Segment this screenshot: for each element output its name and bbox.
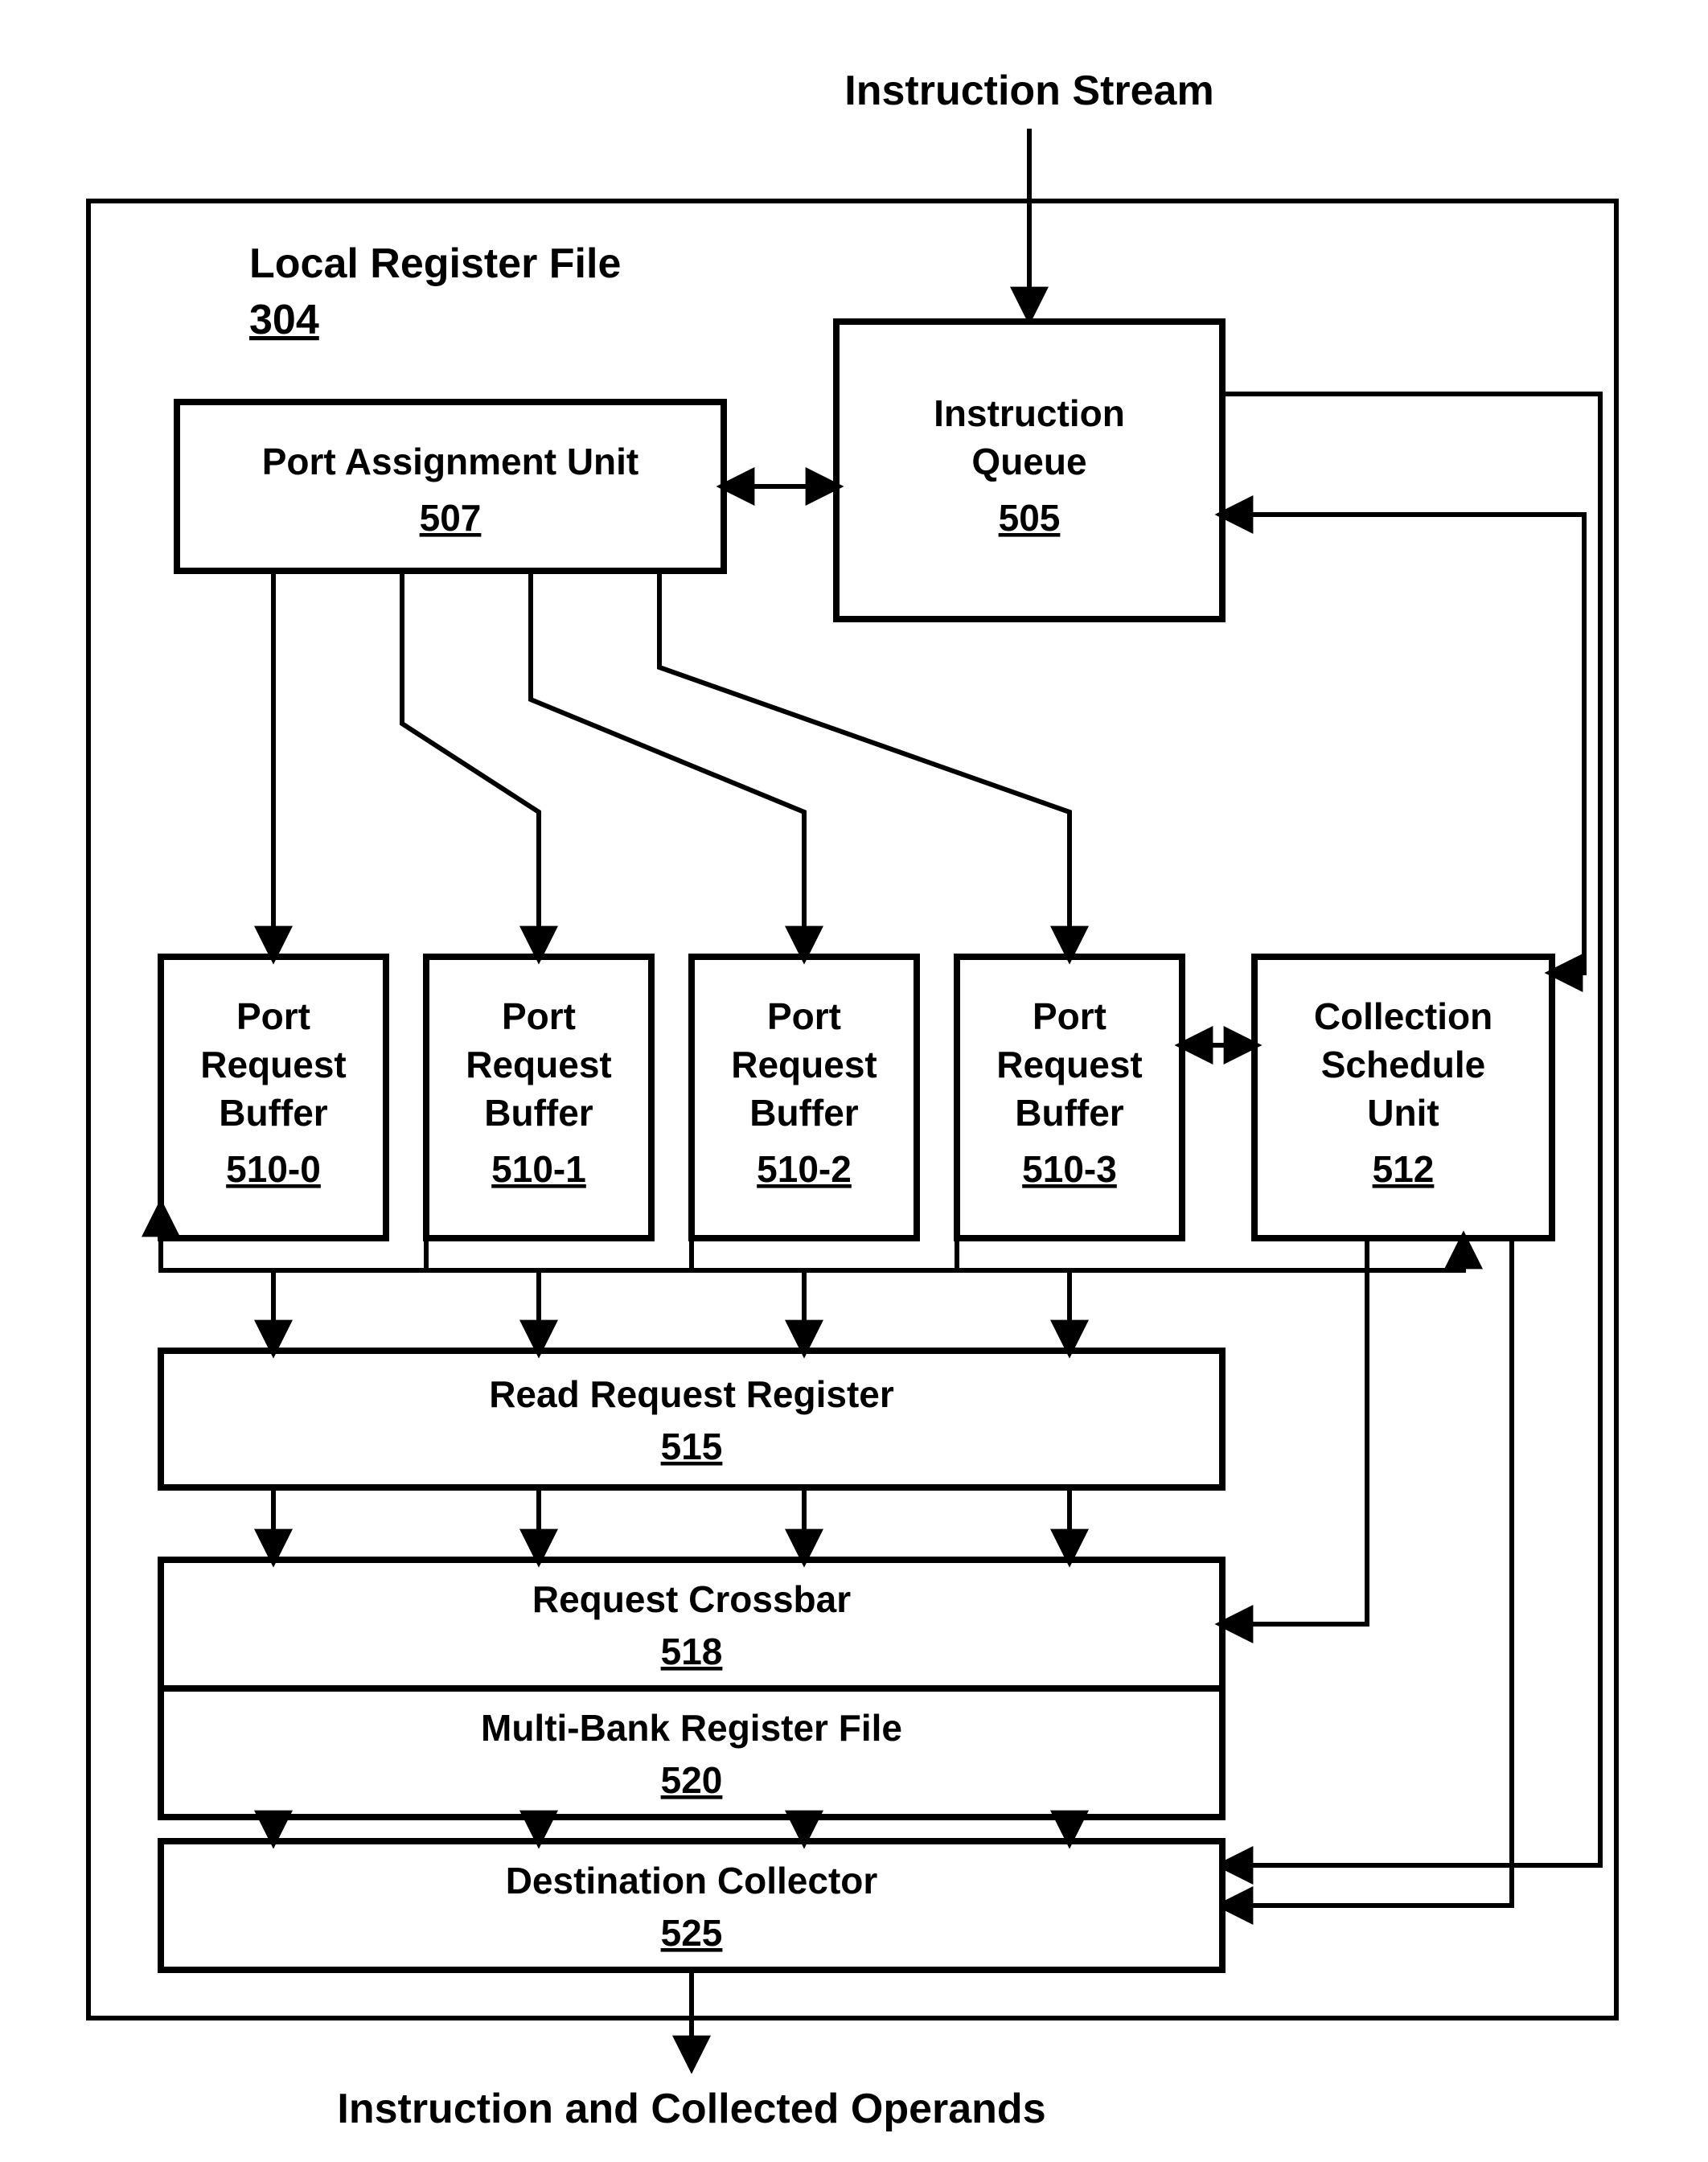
arrow-iq-csu bbox=[1222, 515, 1584, 973]
xbar-l1: Request Crossbar bbox=[532, 1578, 851, 1620]
iq-l1: Instruction bbox=[934, 392, 1125, 434]
prb0-l1: Port bbox=[236, 995, 310, 1037]
prb0-l3: Buffer bbox=[219, 1092, 328, 1134]
pau-ref: 507 bbox=[420, 497, 482, 539]
prb1-l2: Request bbox=[466, 1044, 611, 1085]
instruction-queue-block: Instruction Queue 505 bbox=[836, 322, 1222, 619]
input-label: Instruction Stream bbox=[844, 68, 1213, 114]
prb3-l1: Port bbox=[1033, 995, 1107, 1037]
prb3-block: Port Request Buffer 510-3 bbox=[957, 957, 1182, 1238]
dc-ref: 525 bbox=[661, 1912, 723, 1954]
port-assignment-block: Port Assignment Unit 507 bbox=[177, 402, 724, 571]
prb2-l2: Request bbox=[731, 1044, 877, 1085]
output-label: Instruction and Collected Operands bbox=[337, 2086, 1045, 2132]
iq-ref: 505 bbox=[999, 497, 1061, 539]
prb3-ref: 510-3 bbox=[1022, 1148, 1117, 1190]
arrow-pau-prb3 bbox=[659, 571, 1070, 957]
arrow-csu-xbar bbox=[1222, 1238, 1367, 1624]
csu-block: Collection Schedule Unit 512 bbox=[1254, 957, 1552, 1238]
mbrf-ref: 520 bbox=[661, 1759, 723, 1801]
prb0-block: Port Request Buffer 510-0 bbox=[161, 957, 386, 1238]
prb0-l2: Request bbox=[200, 1044, 346, 1085]
prb2-l1: Port bbox=[767, 995, 841, 1037]
csu-ref: 512 bbox=[1373, 1148, 1435, 1190]
prb3-l3: Buffer bbox=[1015, 1092, 1124, 1134]
read-request-register-block: Read Request Register 515 bbox=[161, 1351, 1222, 1487]
prb0-ref: 510-0 bbox=[226, 1148, 321, 1190]
iq-l2: Queue bbox=[971, 441, 1086, 482]
prb1-ref: 510-1 bbox=[491, 1148, 586, 1190]
outer-ref: 304 bbox=[249, 297, 319, 343]
prb3-l2: Request bbox=[996, 1044, 1142, 1085]
diagram-canvas: .boxrect { fill:#fff; stroke:#000; strok… bbox=[0, 0, 1708, 2162]
outer-title: Local Register File bbox=[249, 240, 621, 287]
prb2-ref: 510-2 bbox=[757, 1148, 852, 1190]
prb1-block: Port Request Buffer 510-1 bbox=[426, 957, 651, 1238]
arrow-pau-prb2 bbox=[531, 571, 804, 957]
xbar-ref: 518 bbox=[661, 1631, 723, 1672]
pau-l1: Port Assignment Unit bbox=[262, 441, 639, 482]
mbrf-l1: Multi-Bank Register File bbox=[481, 1707, 902, 1749]
csu-l2: Schedule bbox=[1321, 1044, 1486, 1085]
prb1-l1: Port bbox=[502, 995, 576, 1037]
request-crossbar-block: Request Crossbar 518 bbox=[161, 1560, 1222, 1688]
rrr-l1: Read Request Register bbox=[489, 1373, 894, 1415]
destination-collector-block: Destination Collector 525 bbox=[161, 1841, 1222, 1970]
rrr-ref: 515 bbox=[661, 1426, 723, 1467]
dc-l1: Destination Collector bbox=[506, 1860, 878, 1901]
arrow-pau-prb1 bbox=[402, 571, 539, 957]
prb2-l3: Buffer bbox=[749, 1092, 859, 1134]
prb1-l3: Buffer bbox=[484, 1092, 593, 1134]
csu-l3: Unit bbox=[1367, 1092, 1439, 1134]
prb2-block: Port Request Buffer 510-2 bbox=[692, 957, 917, 1238]
csu-l1: Collection bbox=[1314, 995, 1492, 1037]
multi-bank-register-file-block: Multi-Bank Register File 520 bbox=[161, 1688, 1222, 1817]
